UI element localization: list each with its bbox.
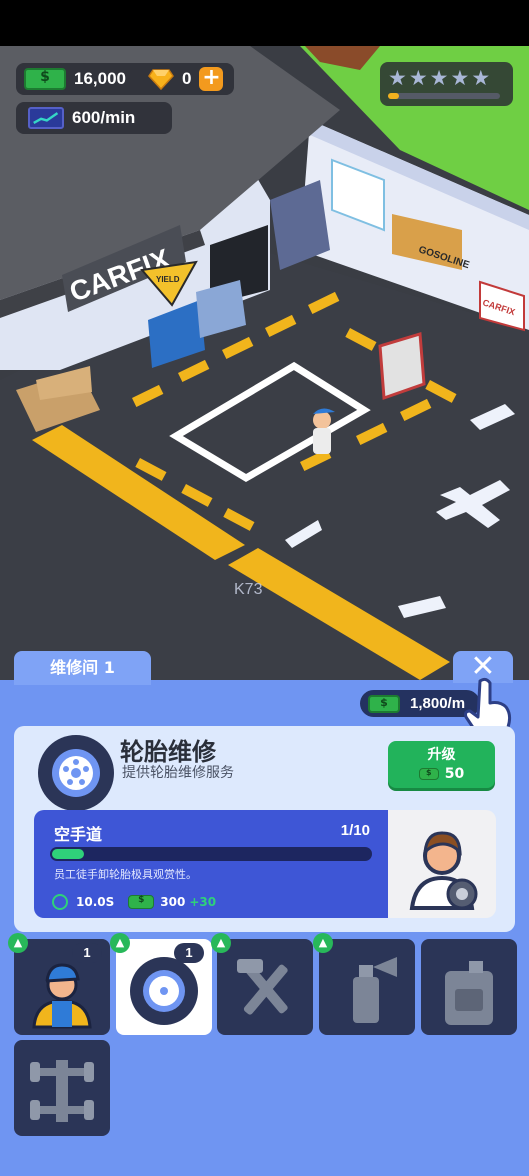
task-time: 10.0S — [76, 895, 115, 909]
stars-row: ★ ★ ★ ★ ★ — [388, 66, 505, 90]
star-icon: ★ — [429, 66, 449, 90]
tire-icon — [38, 735, 114, 811]
task-worker-portrait — [388, 810, 496, 918]
mechanic-avatar-icon — [409, 831, 478, 910]
slot-spray-locked[interactable]: ▲ — [313, 933, 415, 1035]
tire-icon — [130, 957, 198, 1025]
svg-text:YIELD: YIELD — [156, 275, 180, 284]
cash-icon — [24, 68, 66, 90]
upgrade-cost: 50 — [388, 766, 495, 782]
garage-scene[interactable]: CARFIX YIELD GOSOLINE CARFIX K73 — [0, 46, 529, 686]
cash-icon — [418, 768, 439, 780]
gem-icon — [148, 69, 174, 90]
spray-can-icon — [353, 957, 397, 1023]
star-progress-bar — [388, 93, 500, 99]
chassis-icon — [30, 1060, 94, 1122]
star-icon: ★ — [450, 66, 470, 90]
upgrade-button[interactable]: 升级 50 — [388, 741, 495, 788]
room-income-value: 1,800/m — [410, 695, 466, 712]
clock-icon — [52, 894, 68, 910]
slot-worker[interactable]: ▲ 1 — [8, 933, 110, 1035]
star-icon: ★ — [388, 66, 407, 90]
star-icon: ★ — [471, 66, 491, 90]
gem-value: 0 — [182, 69, 192, 88]
worker-icon — [32, 963, 92, 1029]
slot-oil-locked[interactable] — [421, 939, 517, 1035]
status-bar — [0, 0, 529, 46]
slot-chassis-locked[interactable] — [14, 1040, 110, 1136]
watermark-text: K73 — [234, 581, 263, 598]
money-value: 16,000 — [74, 69, 126, 88]
tab-repair-room[interactable]: 维修间 1 — [14, 651, 151, 685]
income-rate-counter: 600/min — [16, 102, 172, 134]
task-card[interactable]: 空手道 1/10 员工徒手卸轮胎极具观赏性。 10.0S 300 +30 — [34, 810, 388, 918]
cash-icon — [128, 895, 155, 909]
income-chart-icon — [28, 107, 64, 129]
oil-can-icon — [445, 961, 493, 1025]
task-description: 员工徒手卸轮胎极具观赏性。 — [54, 868, 197, 881]
task-stats: 10.0S 300 +30 — [52, 894, 216, 910]
task-progress-bar — [50, 847, 372, 861]
garage-illustration: CARFIX YIELD GOSOLINE CARFIX K73 — [0, 46, 529, 686]
task-count: 1/10 — [340, 822, 370, 839]
star-icon: ★ — [408, 66, 428, 90]
income-rate-value: 600/min — [72, 108, 136, 127]
slot-tools-locked[interactable]: ▲ — [211, 933, 313, 1035]
money-counter: 16,000 0 + — [16, 63, 234, 95]
cash-icon — [368, 694, 400, 713]
upgrade-cost-value: 50 — [444, 766, 465, 782]
rating-stars[interactable]: ★ ★ ★ ★ ★ — [380, 62, 513, 106]
task-bonus: +30 — [189, 895, 217, 909]
station-subtitle: 提供轮胎维修服务 — [122, 765, 234, 781]
task-name: 空手道 — [54, 825, 103, 844]
slot-tire[interactable]: ▲ 1 — [110, 933, 212, 1035]
task-reward: 300 — [160, 895, 186, 909]
upgrade-label: 升级 — [427, 747, 456, 763]
tools-icon — [237, 959, 288, 1015]
add-gems-button[interactable]: + — [199, 67, 224, 91]
